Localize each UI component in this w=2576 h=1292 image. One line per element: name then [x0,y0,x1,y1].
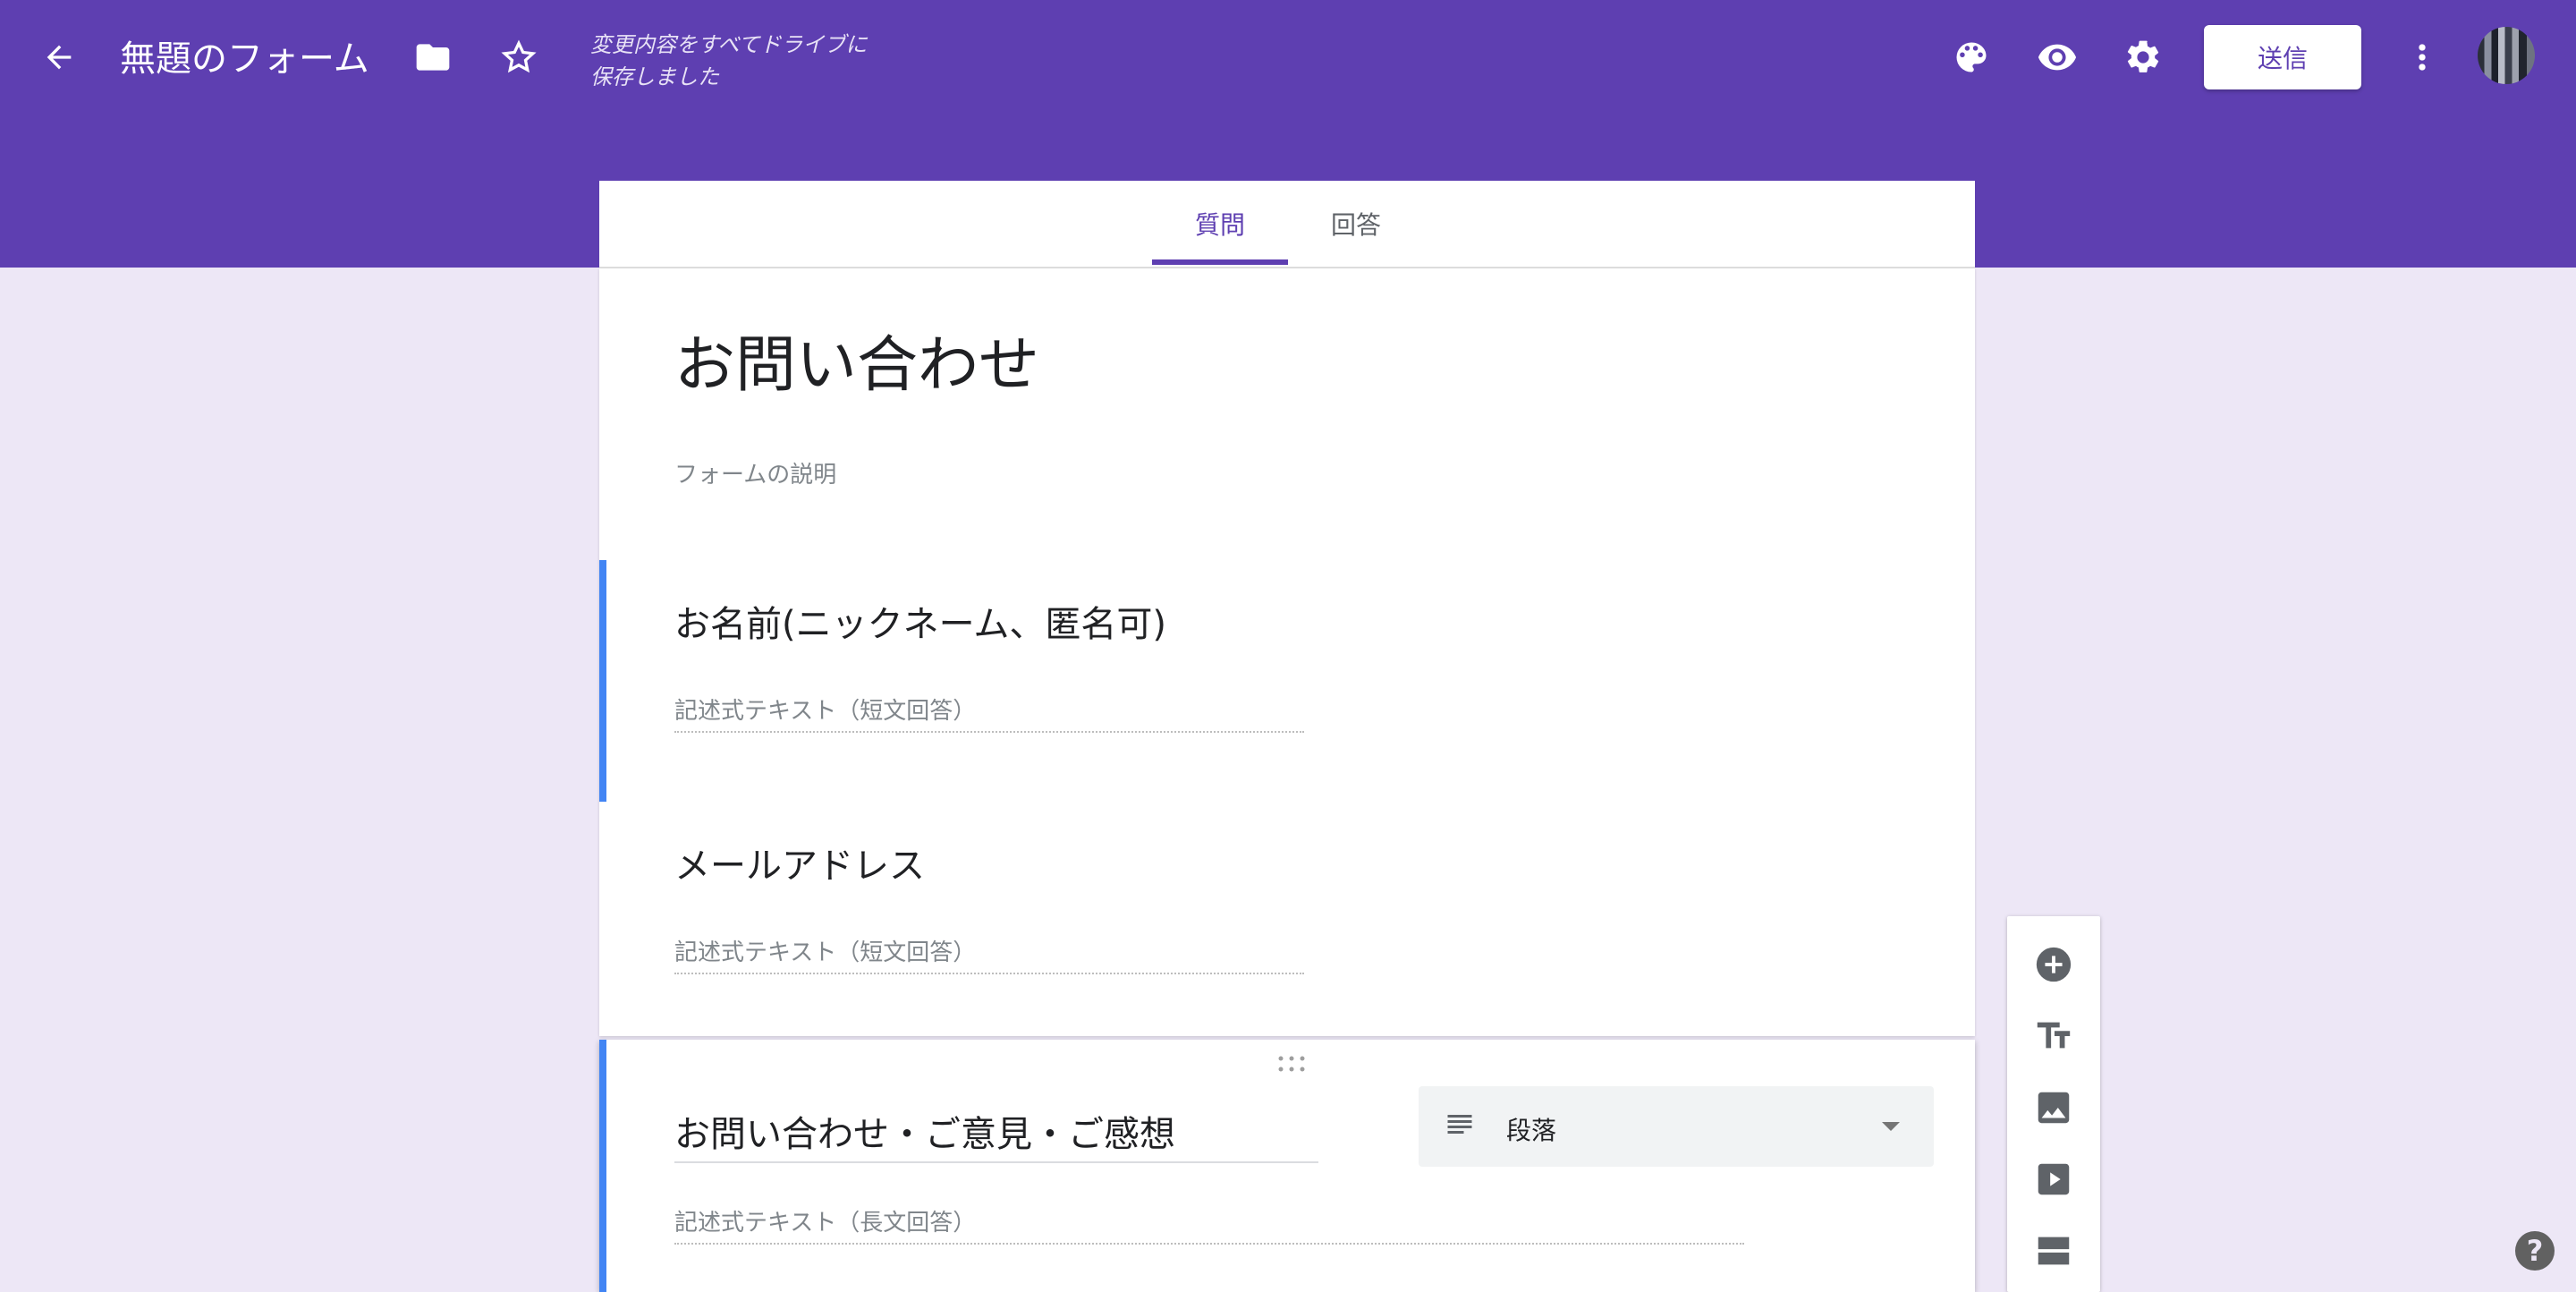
add-section-button[interactable] [2030,1228,2077,1274]
add-image-button[interactable] [2030,1084,2077,1131]
gear-icon [2127,40,2159,72]
section-icon [2038,1237,2070,1265]
floating-toolbar [2007,916,2100,1292]
preview-button[interactable] [2034,34,2080,81]
help-button[interactable]: ? [2515,1231,2555,1271]
active-tab-indicator [1152,259,1288,265]
question-title[interactable]: メールアドレス [674,841,925,891]
tabs-bar: 質問 回答 [599,181,1975,268]
question-card-active: お問い合わせ・ご意見・ご感想 段落 記述式テキスト（長文回答） [599,1040,1975,1292]
folder-icon [416,44,450,71]
send-button[interactable]: 送信 [2204,25,2361,89]
star-button[interactable] [496,34,542,81]
question-type-dropdown[interactable]: 段落 [1419,1086,1934,1167]
dropdown-arrow-icon [1882,1122,1900,1131]
question-title-input[interactable]: お問い合わせ・ご意見・ご感想 [674,1109,1318,1163]
question-type-label: 段落 [1506,1116,1557,1145]
form-title[interactable]: お問い合わせ [674,326,1039,406]
form-description-input[interactable]: フォームの説明 [674,456,836,489]
more-vert-icon [2419,44,2426,71]
avatar[interactable] [2478,27,2535,84]
move-to-folder-button[interactable] [410,34,456,81]
text-fields-icon [2037,1022,2071,1049]
palette-icon [1956,42,1987,72]
more-options-button[interactable] [2399,34,2445,81]
customize-theme-button[interactable] [1948,34,1995,81]
add-question-button[interactable] [2030,941,2077,988]
paragraph-icon [1447,1115,1472,1134]
form-name[interactable]: 無題のフォーム [120,34,369,84]
star-outline-icon [501,39,537,73]
long-answer-field: 記述式テキスト（長文回答） [674,1204,1744,1245]
add-video-button[interactable] [2030,1156,2077,1203]
add-title-button[interactable] [2030,1013,2077,1059]
question-title[interactable]: お名前(ニックネーム、匿名可) [674,599,1166,650]
tab-responses[interactable]: 回答 [1288,181,1424,267]
back-button[interactable] [34,36,84,79]
image-icon [2038,1092,2070,1124]
short-answer-field: 記述式テキスト（短文回答） [674,934,1304,974]
tab-questions[interactable]: 質問 [1152,181,1288,267]
drag-handle-icon[interactable] [1275,1054,1308,1074]
arrow-back-icon [47,45,72,70]
selected-question-indicator [599,560,606,802]
selected-question-indicator [599,1040,606,1292]
settings-button[interactable] [2120,34,2166,81]
form-card: お問い合わせ フォームの説明 お名前(ニックネーム、匿名可) 記述式テキスト（短… [599,268,1975,1036]
save-status: 変更内容をすべてドライブに 保存しました [590,32,868,89]
add-circle-icon [2036,947,2072,982]
eye-icon [2038,44,2077,71]
video-icon [2038,1163,2070,1195]
short-answer-field: 記述式テキスト（短文回答） [674,693,1304,733]
